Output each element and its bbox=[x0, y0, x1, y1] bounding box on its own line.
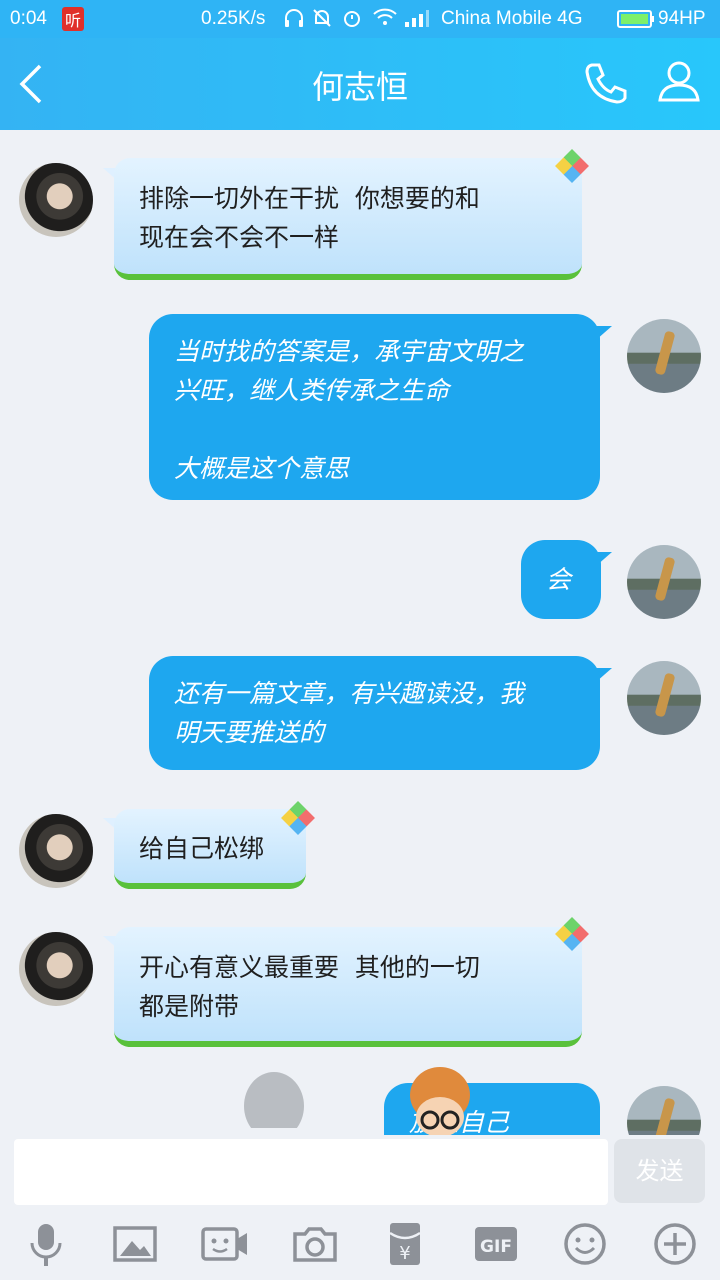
message-input[interactable] bbox=[14, 1139, 608, 1205]
message-bubble-incoming[interactable]: 排除一切外在干扰 你想要的和 现在会不会不一样 bbox=[114, 158, 582, 280]
chat-header: 何志恒 bbox=[0, 38, 720, 130]
contact-avatar[interactable] bbox=[19, 163, 93, 237]
phone-icon[interactable] bbox=[583, 60, 629, 106]
message-bubble-outgoing[interactable]: 还有一篇文章，有兴趣读没，我 明天要推送的 bbox=[149, 656, 600, 770]
red-packet-icon[interactable]: ¥ bbox=[380, 1219, 430, 1269]
emoji-icon[interactable] bbox=[560, 1219, 610, 1269]
sticker-character bbox=[240, 1070, 308, 1135]
camera-icon[interactable] bbox=[290, 1219, 340, 1269]
sticker-character bbox=[405, 1065, 475, 1135]
contact-avatar[interactable] bbox=[19, 932, 93, 1006]
alarm-icon bbox=[341, 7, 363, 35]
my-avatar[interactable] bbox=[627, 1086, 701, 1135]
message-bubble-outgoing[interactable]: 会 bbox=[521, 540, 601, 619]
battery-label: 94HP bbox=[658, 8, 706, 29]
my-avatar[interactable] bbox=[627, 661, 701, 735]
battery-icon bbox=[617, 10, 655, 34]
mic-icon[interactable] bbox=[21, 1219, 71, 1269]
status-bar: 0:04 听 0.25K/s China Mobile 4G 94HP bbox=[0, 0, 720, 38]
my-avatar[interactable] bbox=[627, 319, 701, 393]
wifi-icon bbox=[372, 6, 398, 34]
headphone-icon bbox=[283, 7, 305, 35]
app-badge: 听 bbox=[62, 7, 85, 31]
yen-label: ¥ bbox=[399, 1243, 410, 1264]
message-bubble-outgoing[interactable]: 当时找的答案是，承宇宙文明之 兴旺，继人类传承之生命 大概是这个意思 bbox=[149, 314, 600, 500]
carrier-label: China Mobile 4G bbox=[441, 8, 583, 29]
contact-avatar[interactable] bbox=[19, 814, 93, 888]
gif-icon[interactable]: GIF bbox=[471, 1219, 521, 1269]
message-bubble-incoming[interactable]: 给自己松绑 bbox=[114, 809, 306, 889]
status-time: 0:04 bbox=[10, 8, 47, 29]
input-bar: 发送 bbox=[0, 1135, 720, 1210]
plus-icon[interactable] bbox=[650, 1219, 700, 1269]
network-speed: 0.25K/s bbox=[201, 8, 266, 29]
input-toolbar: ¥ GIF bbox=[0, 1210, 720, 1280]
my-avatar[interactable] bbox=[627, 545, 701, 619]
send-button[interactable]: 发送 bbox=[614, 1139, 705, 1203]
gif-label: GIF bbox=[480, 1237, 512, 1257]
mute-bell-icon bbox=[311, 7, 333, 35]
image-icon[interactable] bbox=[110, 1219, 160, 1269]
signal-icon bbox=[404, 8, 430, 34]
video-call-icon[interactable] bbox=[200, 1219, 250, 1269]
person-icon[interactable] bbox=[656, 58, 702, 104]
message-bubble-incoming[interactable]: 开心有意义最重要 其他的一切 都是附带 bbox=[114, 927, 582, 1047]
message-list[interactable]: 排除一切外在干扰 你想要的和 现在会不会不一样 当时找的答案是，承宇宙文明之 兴… bbox=[0, 130, 720, 1135]
